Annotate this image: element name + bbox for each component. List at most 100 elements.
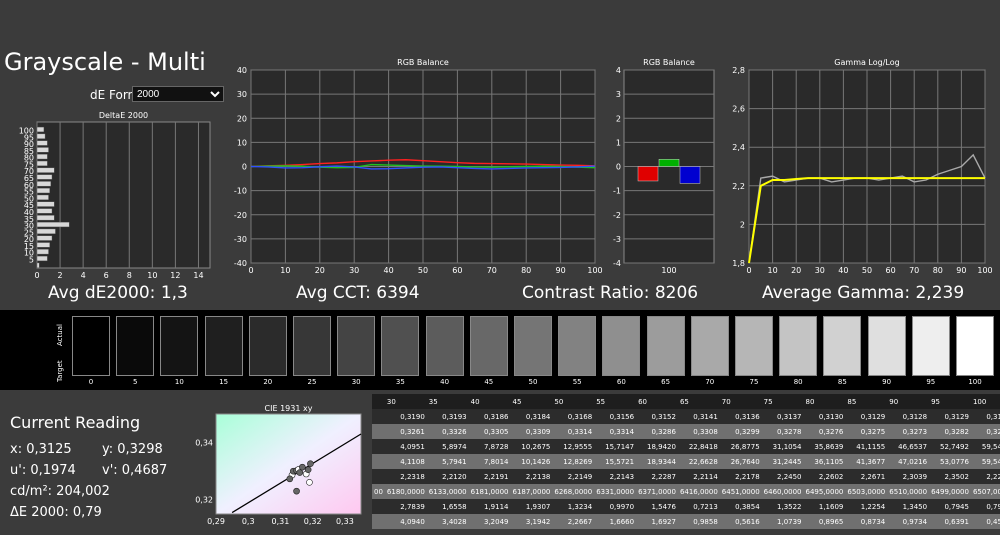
table-cell: 0,3299 xyxy=(719,424,762,439)
current-reading-title: Current Reading xyxy=(10,413,141,432)
grayscale-swatch xyxy=(425,316,464,376)
rgb-bar xyxy=(637,166,659,182)
grayscale-swatch xyxy=(469,316,508,376)
swatch-label: 65 xyxy=(661,378,671,386)
table-cell: 18,9344 xyxy=(636,454,678,469)
rgb-balance-bar-chart: RGB Balance 4 3 2 1 0 -1 -2 -3 -4 100 xyxy=(613,58,715,275)
table-cell: 52,7492 xyxy=(929,439,971,454)
table-cell: 15,7147 xyxy=(594,439,637,454)
table-cell xyxy=(372,514,385,529)
rgb-xtick: 90 xyxy=(556,266,566,275)
table-cell: 6495,0000 xyxy=(803,484,846,499)
gamma-ytick: 2,4 xyxy=(732,143,745,152)
grayscale-swatch xyxy=(160,316,199,376)
table-cell: 1,6660 xyxy=(594,514,637,529)
rgb-bar-title: RGB Balance xyxy=(643,58,695,67)
table-cell: 4,0951 xyxy=(384,439,427,454)
deltae-bar xyxy=(36,249,49,255)
rgb-xtick: 40 xyxy=(384,266,394,275)
table-cell: 75 xyxy=(761,394,804,409)
table-cell: 0,6391 xyxy=(929,514,971,529)
gamma-ytick: 2,8 xyxy=(732,66,745,75)
table-cell: 0,9734 xyxy=(887,514,930,529)
table-cell: 2,3039 xyxy=(887,469,930,484)
rgb-ytick: -40 xyxy=(234,259,247,268)
table-cell: 6187,0000 xyxy=(510,484,553,499)
deltae-xtick: 4 xyxy=(81,271,86,280)
table-row: 4,0940 3,4028 3,2049 3,1942 2,2667 1,6660 1,69… xyxy=(372,514,1000,529)
table-cell: 1,1609 xyxy=(803,499,846,514)
cie-point xyxy=(296,469,304,476)
cie-chart: CIE 1931 xy 0,29 0,3 0,31 0,32 0,33 0,34 0,32 xyxy=(195,404,362,526)
table-cell: 0,3156 xyxy=(594,409,637,424)
gamma-ytick: 2 xyxy=(740,220,745,229)
table-cell: 0,3314 xyxy=(594,424,637,439)
table-cell xyxy=(372,424,385,439)
table-cell: 6416,0000 xyxy=(677,484,720,499)
deltae-bar xyxy=(36,154,48,160)
swatch-label: 90 xyxy=(882,378,892,386)
gamma-xtick: 50 xyxy=(862,266,872,275)
gamma-chart: Gamma Log/Log 2,8 2,6 2,4 2,2 2 1,80 10 20 30 40 50… xyxy=(732,58,992,275)
swatch-label: 70 xyxy=(705,378,715,386)
table-cell: 26,7640 xyxy=(719,454,762,469)
de-formula-select[interactable]: 2000 xyxy=(132,86,224,102)
gamma-metric: Average Gamma: 2,239 xyxy=(762,283,965,303)
table-cell: 6499,0000 xyxy=(929,484,971,499)
swatch-label: 35 xyxy=(395,378,405,386)
swatch-label: 60 xyxy=(616,378,626,386)
table-cell: 0,3314 xyxy=(552,424,595,439)
table-cell: 53,0776 xyxy=(929,454,971,469)
rgb-bar xyxy=(658,159,680,167)
table-row: 00 6180,0000 6133,0000 6181,0000 6187,0000 62… xyxy=(372,484,1000,499)
table-cell: 31,1054 xyxy=(761,439,804,454)
rgb-bar-ytick: 2 xyxy=(616,114,621,123)
table-cell: 1,3450 xyxy=(887,499,930,514)
table-row: 0,3261 0,3326 0,3305 0,3309 0,3314 0,3314 0,32… xyxy=(372,424,1000,439)
table-cell: 6503,0000 xyxy=(845,484,888,499)
rgb-bar-ytick: 4 xyxy=(616,66,621,75)
cie-xtick: 0,31 xyxy=(272,517,290,526)
grayscale-swatch xyxy=(293,316,331,376)
grayscale-swatch xyxy=(337,316,376,376)
table-cell: 59,5407 xyxy=(970,439,1000,454)
table-row: 0,3190 0,3193 0,3186 0,3184 0,3168 0,3156 0,31… xyxy=(372,409,1000,424)
gamma-xtick: 40 xyxy=(838,266,848,275)
table-cell: 4,0940 xyxy=(384,514,427,529)
table-cell: 6181,0000 xyxy=(468,484,511,499)
rgb-xtick: 80 xyxy=(521,266,531,275)
table-cell xyxy=(372,394,385,409)
swatch-label: 45 xyxy=(484,378,494,386)
swatch-label: 30 xyxy=(351,378,361,386)
deltae-bar xyxy=(36,215,55,221)
swatch-label: 75 xyxy=(749,378,759,386)
table-cell: 2,2143 xyxy=(594,469,637,484)
reading-v: v': 0,4687 xyxy=(102,463,168,478)
rgb-bar-xtick: 100 xyxy=(661,266,676,275)
deltae-plot-area xyxy=(36,121,211,269)
table-cell: 0,3326 xyxy=(426,424,469,439)
table-cell: 1,3522 xyxy=(761,499,804,514)
table-cell: 2,2297 xyxy=(970,469,1000,484)
table-cell: 5,8974 xyxy=(426,439,469,454)
table-cell: 1,6558 xyxy=(426,499,469,514)
grayscale-swatch xyxy=(248,316,287,376)
table-cell: 2,2602 xyxy=(803,469,846,484)
deltae-xtick: 14 xyxy=(193,271,203,280)
page-title: Grayscale - Multi xyxy=(4,48,206,76)
deltae-xtick: 0 xyxy=(34,271,39,280)
de-formula: dE Formula: 2000 xyxy=(90,86,224,102)
table-cell: 0,3282 xyxy=(929,424,971,439)
rgb-bar-ytick: 3 xyxy=(616,90,621,99)
table-cell: 70 xyxy=(719,394,762,409)
swatch-label: 15 xyxy=(219,378,229,386)
gamma-xtick: 80 xyxy=(933,266,943,275)
table-cell: 0,3193 xyxy=(426,409,469,424)
table-cell: 0,3305 xyxy=(468,424,511,439)
table-cell: 7,8728 xyxy=(468,439,511,454)
table-cell: 2,2671 xyxy=(845,469,888,484)
table-cell: 59,5407 xyxy=(970,454,1000,469)
rgb-ytick: 30 xyxy=(237,90,247,99)
table-cell: 95 xyxy=(929,394,971,409)
swatch-label: 20 xyxy=(263,378,273,386)
